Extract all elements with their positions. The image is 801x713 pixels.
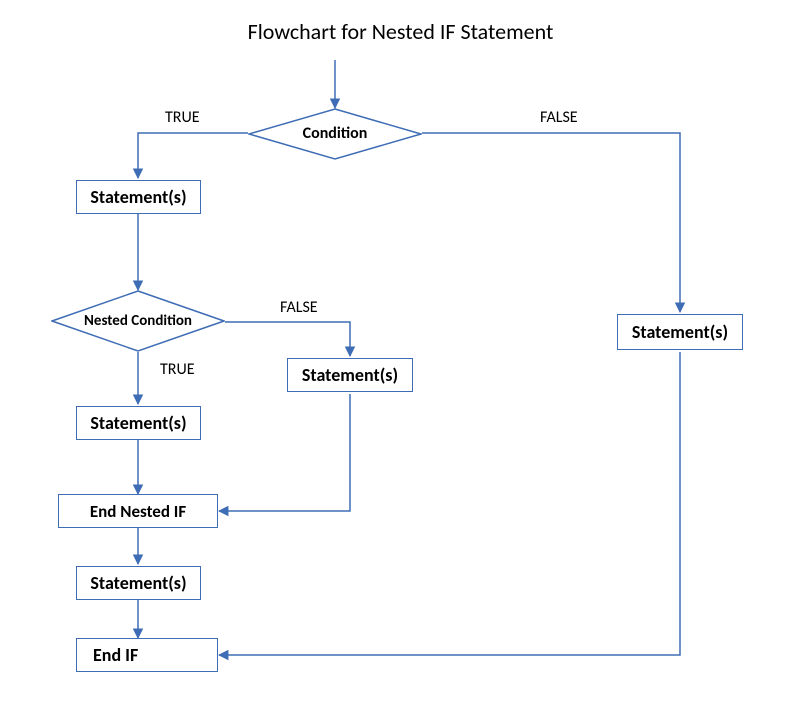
process-stmt-false-outer: Statement(s) <box>617 314 743 350</box>
decision-nested-condition-label: Nested Condition <box>51 290 225 352</box>
process-stmt-nested-false: Statement(s) <box>287 358 413 392</box>
edge-label-outer-true: TRUE <box>165 108 200 127</box>
process-stmt-after-nested: Statement(s) <box>76 566 201 600</box>
process-stmt-true-outer: Statement(s) <box>76 180 201 214</box>
edge-label-nested-true: TRUE <box>160 360 195 379</box>
edge-label-outer-false: FALSE <box>540 108 578 127</box>
process-end-nested-if: End Nested IF <box>58 494 218 528</box>
decision-condition-label: Condition <box>248 108 422 160</box>
process-stmt-nested-true: Statement(s) <box>76 406 201 440</box>
decision-condition: Condition <box>248 108 422 160</box>
flowchart-arrows <box>0 0 801 713</box>
decision-nested-condition: Nested Condition <box>51 290 225 352</box>
diagram-title: Flowchart for Nested IF Statement <box>0 18 801 45</box>
edge-label-nested-false: FALSE <box>280 298 318 317</box>
process-end-if: End IF <box>76 638 218 672</box>
